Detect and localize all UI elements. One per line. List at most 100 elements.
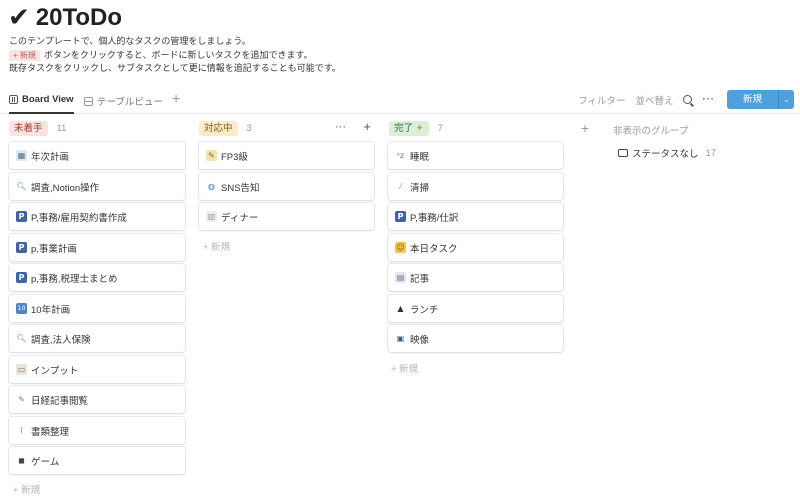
parking-icon: P xyxy=(16,242,27,253)
broom-icon: ⁄ xyxy=(399,182,402,191)
dinner-icon: ▥ xyxy=(206,211,217,222)
inbox-icon xyxy=(618,149,628,157)
filter-button[interactable]: フィルター xyxy=(578,93,625,107)
column-header-not-started: 未着手 11 xyxy=(9,121,66,136)
task-card-title: ランチ xyxy=(410,304,439,316)
task-card[interactable]: ▤ 記事 xyxy=(388,264,563,291)
keycap-ten-icon: 10 xyxy=(16,303,27,314)
board-icon xyxy=(9,95,18,104)
open-book-icon: ▭ xyxy=(16,364,27,375)
task-card-title: インプット xyxy=(31,365,79,377)
task-card[interactable]: ▲ ランチ xyxy=(388,295,563,322)
task-card-title: 記事 xyxy=(410,273,430,285)
new-button-label[interactable]: 新規 xyxy=(737,90,768,109)
page-description: このテンプレートで、個人的なタスクの管理をしましょう。 + 新規 ボタンをクリック… xyxy=(9,35,341,76)
search-icon[interactable] xyxy=(683,95,693,104)
tab-table-view[interactable]: テーブルビュー xyxy=(84,94,163,108)
description-line: 既存タスクをクリックし、サブタスクとして更に情報を追記することも可能です。 xyxy=(9,63,341,73)
more-options-icon[interactable]: ··· xyxy=(702,94,715,105)
tv-icon: ▣ xyxy=(396,334,405,343)
parking-icon: P xyxy=(395,211,406,222)
task-card-title: ゲーム xyxy=(31,456,60,468)
status-badge[interactable]: 完了 ✦ xyxy=(389,121,429,136)
parking-icon: P xyxy=(16,211,27,222)
description-line: + 新規 ボタンをクリックすると、ボードに新しいタスクを追加できます。 xyxy=(9,49,341,63)
task-card[interactable]: ᶻz 睡眠 xyxy=(388,142,563,169)
column-more-icon[interactable]: ··· xyxy=(335,121,346,133)
pen-icon: ✎ xyxy=(18,395,25,404)
task-card-title: 本日タスク xyxy=(410,243,458,255)
task-card-title: p,事業計画 xyxy=(31,243,77,255)
task-card[interactable]: P P,事務/仕訳 xyxy=(388,203,563,230)
status-badge[interactable]: 対応中 xyxy=(199,121,238,136)
task-card[interactable]: ◼ ゲーム xyxy=(9,447,185,474)
newspaper-icon: ▤ xyxy=(395,272,406,283)
gamepad-icon: ◼ xyxy=(18,456,25,465)
column-add-icon[interactable]: + xyxy=(363,119,371,134)
status-badge[interactable]: 未着手 xyxy=(9,121,48,136)
task-card-title: P,事務/雇用契約書作成 xyxy=(31,212,127,224)
task-card[interactable]: ✎ FP3級 xyxy=(199,142,374,169)
task-card[interactable]: 🔍︎ 調査,Notion操作 xyxy=(9,173,185,200)
new-button[interactable]: 新規 ⌄ xyxy=(726,90,794,109)
task-card[interactable]: Pp,事業計画 xyxy=(9,234,185,261)
paperclip-icon: ⌇ xyxy=(19,426,24,435)
task-card-title: FP3級 xyxy=(221,151,248,163)
parking-icon: P xyxy=(16,272,27,283)
add-view-button[interactable]: + xyxy=(172,90,180,106)
hidden-groups-title: 非表示のグループ xyxy=(613,126,689,137)
tab-board-view[interactable]: Board View xyxy=(9,94,74,114)
smiley-icon: ☺ xyxy=(395,242,406,253)
sort-button[interactable]: 並べ替え xyxy=(635,93,673,107)
sleep-icon: ᶻz xyxy=(396,151,405,160)
task-card-title: p,事務,税理士まとめ xyxy=(31,273,118,285)
hidden-group-no-status[interactable]: ステータスなし 17 xyxy=(618,146,716,160)
add-card-button[interactable]: + 新規 xyxy=(391,361,418,375)
add-group-button[interactable]: + xyxy=(581,120,589,136)
task-card-title: P,事務/仕訳 xyxy=(410,212,459,224)
task-card[interactable]: ▭ インプット xyxy=(9,356,185,383)
new-tag-inline: + 新規 xyxy=(9,49,40,61)
task-card-title: 睡眠 xyxy=(410,151,430,163)
add-card-button[interactable]: + 新規 xyxy=(203,239,230,253)
checkmark-icon: ✔ xyxy=(8,3,30,33)
column-count: 7 xyxy=(437,123,443,134)
calendar-icon: ▦ xyxy=(16,150,27,161)
task-card-title: 調査,Notion操作 xyxy=(31,182,100,194)
task-card[interactable]: 10 10年計画 xyxy=(9,295,185,322)
task-card-title: 10年計画 xyxy=(31,304,71,316)
party-icon: ✦ xyxy=(415,123,424,134)
task-card[interactable]: ▣ 映像 xyxy=(388,325,563,352)
task-card-title: 清掃 xyxy=(410,182,430,194)
task-card[interactable]: ▦ 年次計画 xyxy=(9,142,185,169)
task-card[interactable]: ⌇ 書類整理 xyxy=(9,417,185,444)
task-card-title: 書類整理 xyxy=(31,426,70,438)
magnifier-icon: 🔍︎ xyxy=(16,334,27,343)
table-icon xyxy=(84,96,93,106)
task-card[interactable]: ✎ 日経記事閲覧 xyxy=(9,386,185,413)
task-card[interactable]: Pp,事務,税理士まとめ xyxy=(9,264,185,291)
chevron-down-icon[interactable]: ⌄ xyxy=(778,90,794,109)
memo-icon: ✎ xyxy=(206,150,217,161)
column-header-in-progress: 対応中 3 ··· + xyxy=(199,119,374,136)
description-line: このテンプレートで、個人的なタスクの管理をしましょう。 xyxy=(9,36,251,46)
rice-ball-icon: ▲ xyxy=(397,304,404,313)
task-card-title: 調査,法人保険 xyxy=(31,334,91,346)
column-header-done: 完了 ✦ 7 xyxy=(389,121,443,136)
task-card[interactable]: ⁄ 清掃 xyxy=(388,173,563,200)
task-card[interactable]: 🔍︎ 調査,法人保険 xyxy=(9,325,185,352)
magnifier-icon: 🔍︎ xyxy=(16,182,27,191)
column-count: 3 xyxy=(246,123,252,134)
page-title: 20ToDo xyxy=(35,4,123,31)
task-card[interactable]: ▥ ディナー xyxy=(199,203,374,230)
column-count: 11 xyxy=(56,123,67,134)
task-card[interactable]: ☺ 本日タスク xyxy=(388,234,563,261)
task-card[interactable]: P P,事務/雇用契約書作成 xyxy=(9,203,185,230)
toolbar: フィルター 並べ替え ··· 新規 ⌄ xyxy=(568,90,794,109)
globe-icon: ◍ xyxy=(208,182,215,191)
add-card-button[interactable]: + 新規 xyxy=(13,482,40,496)
task-card[interactable]: ◍ SNS告知 xyxy=(199,173,374,200)
task-card-title: SNS告知 xyxy=(221,182,260,194)
task-card-title: 年次計画 xyxy=(31,151,70,163)
task-card-title: 日経記事閲覧 xyxy=(31,395,89,407)
